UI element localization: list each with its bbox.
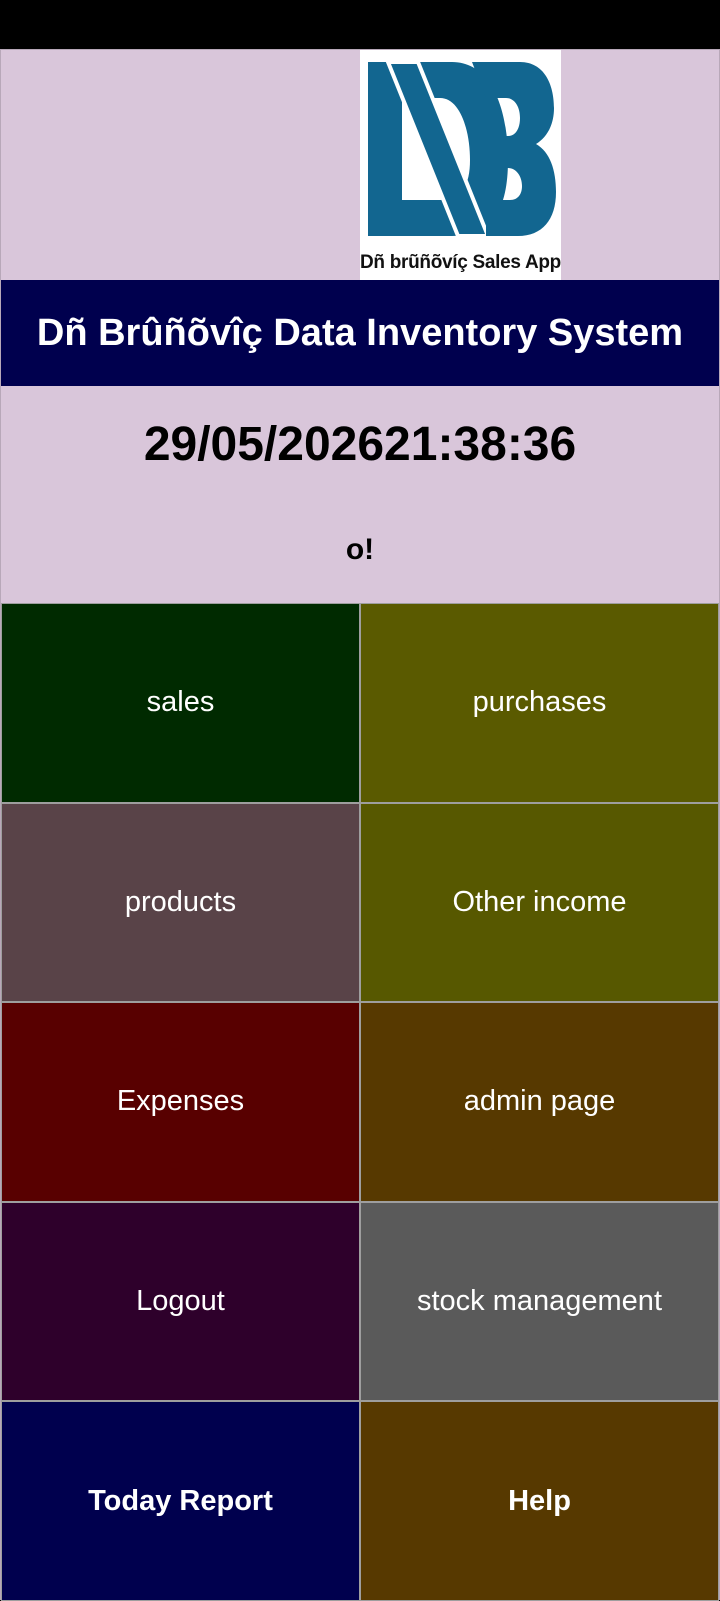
menu-grid: sales purchases products Other income Ex… [1,603,719,1601]
other-income-button[interactable]: Other income [360,802,719,1003]
stock-management-button[interactable]: stock management [360,1201,719,1402]
expenses-button[interactable]: Expenses [1,1002,360,1202]
app-logo: Dñ brũñõvíç Sales App [360,50,561,280]
greeting-text: o! [345,533,375,566]
products-button[interactable]: products [1,802,360,1003]
purchases-button[interactable]: purchases [360,603,719,803]
help-button[interactable]: Help [360,1401,719,1601]
dnb-logo-icon [368,60,556,238]
home-screen: Dñ brũñõvíç Sales App Dñ Brûñõvîç Data I… [0,49,720,1601]
page-title: Dñ Brûñõvîç Data Inventory System [1,280,719,386]
logout-button[interactable]: Logout [1,1201,360,1402]
sales-button[interactable]: sales [1,603,360,803]
status-bar [0,0,720,49]
time-text: 21:38:36 [384,417,577,471]
date-text: 29/05/2026 [143,417,385,471]
today-report-button[interactable]: Today Report [1,1401,360,1601]
logo-caption: Dñ brũñõvíç Sales App [360,252,561,273]
admin-page-button[interactable]: admin page [360,1002,719,1202]
datetime-display: 29/05/2026 21:38:36 [1,404,719,484]
